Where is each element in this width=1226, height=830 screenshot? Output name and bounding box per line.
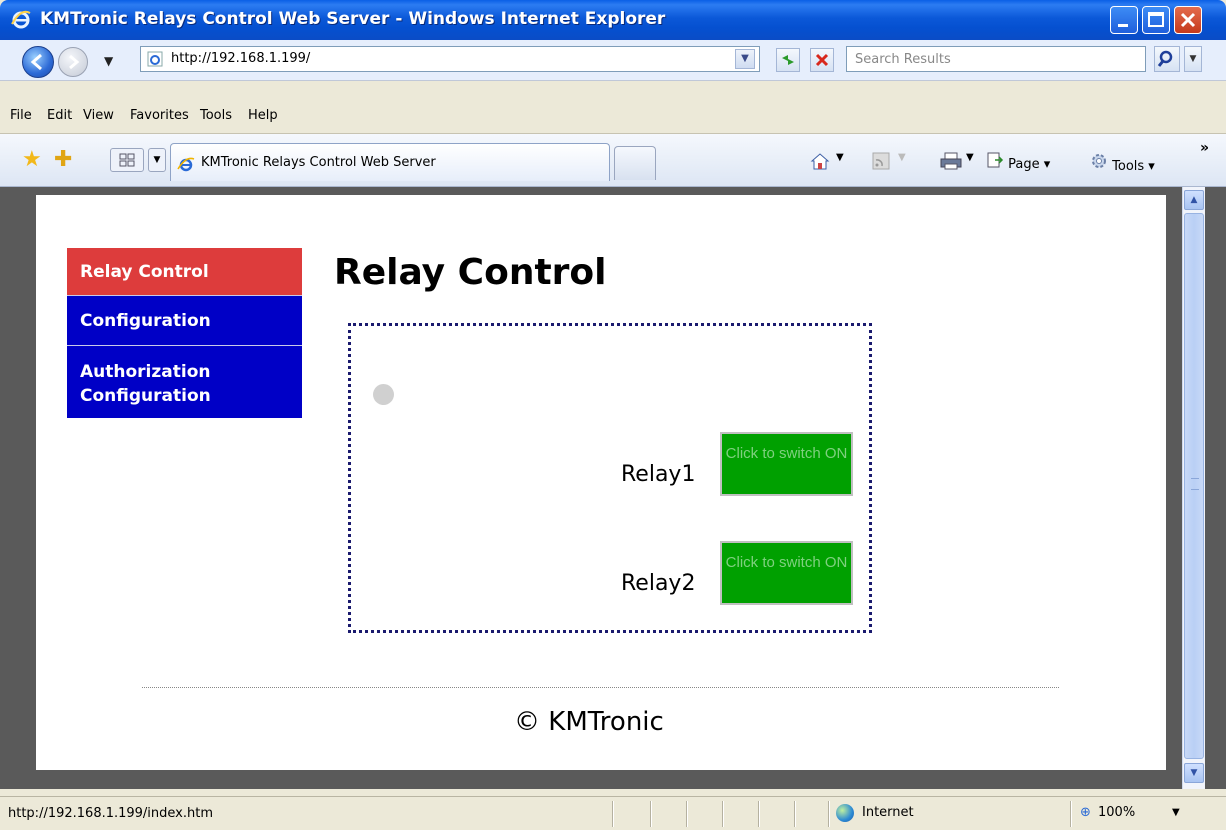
search-placeholder: Search Results: [855, 52, 951, 67]
zoom-level[interactable]: 100%: [1098, 805, 1135, 820]
back-button[interactable]: [22, 46, 54, 78]
new-tab-button[interactable]: [614, 146, 656, 180]
home-button[interactable]: [810, 152, 830, 174]
back-arrow-icon: [30, 53, 42, 71]
page-title: Relay Control: [334, 252, 607, 293]
nav-authorization-configuration[interactable]: Authorization Configuration: [67, 346, 302, 418]
address-toolbar: ▼ http://192.168.1.199/ ▼ Search Results…: [0, 40, 1226, 81]
feeds-dropdown-icon: ▼: [898, 152, 906, 163]
browser-window: KMTronic Relays Control Web Server - Win…: [0, 0, 1226, 830]
tools-menu-button[interactable]: Tools ▾: [1090, 152, 1155, 174]
status-divider: [686, 801, 688, 827]
feeds-button[interactable]: [872, 152, 890, 174]
nav-configuration[interactable]: Configuration: [67, 296, 302, 346]
search-dropdown-icon[interactable]: ▼: [1184, 46, 1202, 72]
minimize-icon: [1118, 24, 1128, 27]
ie-page-icon: [177, 157, 195, 172]
vertical-scrollbar[interactable]: ▲ ▼: [1182, 187, 1205, 789]
security-zone[interactable]: Internet: [862, 805, 914, 820]
relay2-label: Relay2: [621, 571, 696, 596]
ie-logo-icon: [11, 10, 31, 29]
home-icon: [810, 153, 830, 170]
scroll-down-icon[interactable]: ▼: [1184, 763, 1204, 783]
minimize-button[interactable]: [1110, 6, 1138, 34]
maximize-button[interactable]: [1142, 6, 1170, 34]
status-divider: [1070, 801, 1072, 827]
gear-icon: [1092, 154, 1106, 168]
stop-button[interactable]: [810, 48, 834, 72]
forward-arrow-icon: [69, 54, 80, 70]
home-dropdown-icon[interactable]: ▼: [836, 152, 844, 163]
search-input[interactable]: Search Results: [846, 46, 1146, 72]
menu-view[interactable]: View: [83, 108, 114, 123]
zoom-icon: ⊕: [1080, 805, 1091, 820]
relay-panel: Relay1 Click to switch ON Relay2 Click t…: [348, 323, 872, 633]
menu-bar: File Edit View Favorites Tools Help: [0, 101, 1226, 134]
tools-menu-label: Tools: [1112, 159, 1145, 174]
ie-page-icon: [147, 51, 163, 67]
refresh-button[interactable]: [776, 48, 800, 72]
menu-help[interactable]: Help: [248, 108, 278, 123]
print-dropdown-icon[interactable]: ▼: [966, 152, 974, 163]
zoom-dropdown-icon[interactable]: ▼: [1172, 807, 1180, 818]
status-divider: [722, 801, 724, 827]
nav-relay-control[interactable]: Relay Control: [67, 248, 302, 296]
history-dropdown-icon[interactable]: ▼: [104, 54, 113, 68]
chevron-more-icon[interactable]: »: [1200, 140, 1209, 156]
search-button[interactable]: [1154, 46, 1180, 72]
print-button[interactable]: [940, 152, 962, 174]
favorites-star-icon[interactable]: ★: [22, 147, 42, 172]
status-divider: [794, 801, 796, 827]
site-nav: Relay Control Configuration Authorizatio…: [67, 248, 302, 418]
tab-list-dropdown-icon[interactable]: ▼: [148, 148, 166, 172]
status-divider: [758, 801, 760, 827]
nav-authorization-label: Authorization Configuration: [80, 362, 211, 406]
refresh-icon: [782, 55, 794, 65]
scroll-up-icon[interactable]: ▲: [1184, 190, 1204, 210]
status-divider: [650, 801, 652, 827]
status-url: http://192.168.1.199/index.htm: [8, 806, 214, 821]
title-bar[interactable]: KMTronic Relays Control Web Server - Win…: [0, 0, 1226, 40]
address-field[interactable]: http://192.168.1.199/: [140, 46, 760, 72]
forward-button[interactable]: [58, 47, 88, 77]
menu-favorites[interactable]: Favorites: [130, 108, 189, 123]
printer-icon: [940, 152, 962, 170]
status-indicator: [373, 384, 394, 405]
address-dropdown-icon[interactable]: ▼: [735, 49, 755, 69]
internet-zone-icon: [836, 804, 854, 822]
footer-copyright: © KMTronic: [514, 707, 664, 737]
page-menu-label: Page: [1008, 157, 1040, 172]
close-icon: [1180, 12, 1196, 28]
quick-tabs-button[interactable]: [110, 148, 144, 172]
scroll-grip-icon: [1191, 478, 1199, 490]
menu-tools[interactable]: Tools: [200, 108, 232, 123]
footer-divider: [142, 687, 1059, 688]
page-menu-button[interactable]: Page ▾: [986, 152, 1050, 172]
page-icon: [987, 152, 1004, 168]
relay1-switch-button[interactable]: Click to switch ON: [720, 432, 853, 496]
tab-kmtronic[interactable]: KMTronic Relays Control Web Server: [170, 143, 610, 181]
content-viewport: Relay Control Configuration Authorizatio…: [0, 187, 1226, 789]
status-divider: [828, 801, 830, 827]
menu-edit[interactable]: Edit: [47, 108, 72, 123]
scroll-thumb[interactable]: [1184, 213, 1204, 759]
web-page: Relay Control Configuration Authorizatio…: [36, 195, 1166, 770]
maximize-icon: [1148, 12, 1164, 27]
relay1-label: Relay1: [621, 462, 696, 487]
url-text[interactable]: http://192.168.1.199/: [171, 51, 310, 66]
menu-file[interactable]: File: [10, 108, 32, 123]
toolbar-spacer: [0, 81, 1226, 101]
tab-label: KMTronic Relays Control Web Server: [201, 155, 436, 170]
tab-command-bar: ★ ✚ ▼ KMTronic Relays Control Web Server…: [0, 134, 1226, 187]
window-title: KMTronic Relays Control Web Server - Win…: [40, 9, 666, 29]
rss-feed-icon: [872, 152, 890, 170]
add-favorite-icon[interactable]: ✚: [54, 147, 72, 172]
stop-icon: [815, 53, 829, 67]
relay2-switch-button[interactable]: Click to switch ON: [720, 541, 853, 605]
status-divider: [612, 801, 614, 827]
search-icon: [1157, 50, 1173, 67]
status-bar: http://192.168.1.199/index.htm Internet …: [0, 796, 1226, 830]
quick-tabs-icon: [119, 153, 135, 167]
close-button[interactable]: [1174, 6, 1202, 34]
